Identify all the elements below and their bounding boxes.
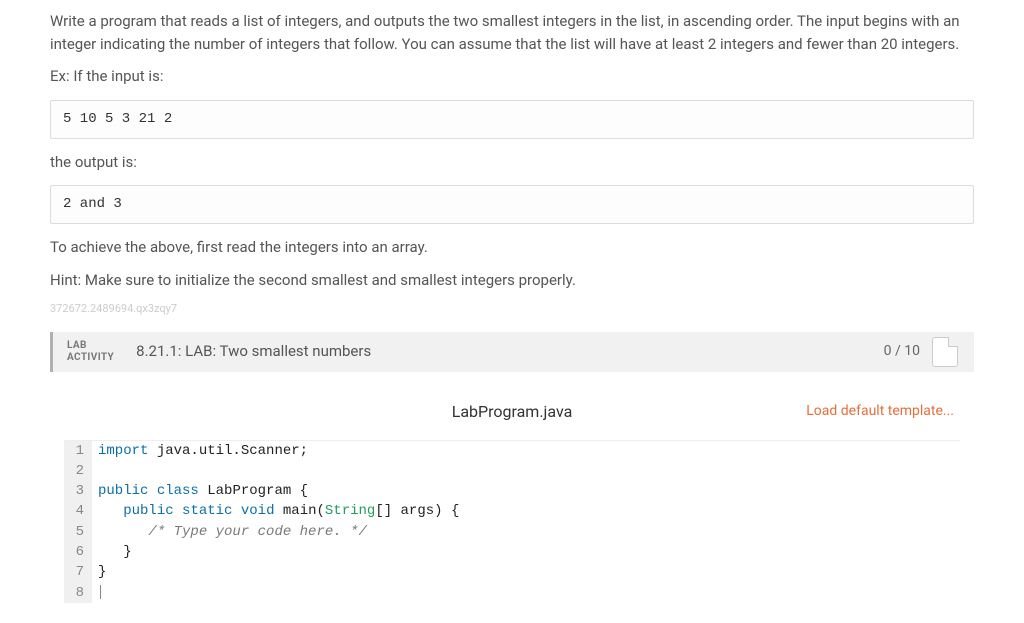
line-number: 6: [64, 542, 92, 562]
line-number: 3: [64, 481, 92, 501]
editor-filename: LabProgram.java: [452, 400, 573, 424]
code-line[interactable]: 1import java.util.Scanner;: [64, 441, 960, 461]
code-content[interactable]: public class LabProgram {: [92, 481, 308, 501]
code-content[interactable]: }: [92, 562, 106, 582]
problem-paragraph-output: the output is:: [50, 151, 974, 174]
code-editor[interactable]: 1import java.util.Scanner;23public class…: [64, 440, 960, 603]
lab-title: 8.21.1: LAB: Two smallest numbers: [128, 340, 379, 363]
editor-panel: LabProgram.java Load default template...…: [50, 390, 974, 603]
lab-score: 0 / 10: [884, 341, 920, 362]
code-line[interactable]: 7}: [64, 562, 960, 582]
code-line[interactable]: 5 /* Type your code here. */: [64, 522, 960, 542]
line-number: 8: [64, 583, 92, 603]
code-content[interactable]: import java.util.Scanner;: [92, 441, 308, 461]
input-example-box: 5 10 5 3 21 2: [50, 100, 974, 139]
code-content[interactable]: /* Type your code here. */: [92, 522, 367, 542]
page-fold-icon: [932, 337, 958, 367]
lab-header-left: LAB ACTIVITY 8.21.1: LAB: Two smallest n…: [53, 332, 379, 372]
lab-header-right: 0 / 10: [884, 337, 974, 367]
watermark-text: 372672.2489694.qx3zqy7: [50, 301, 974, 318]
lab-badge-line2: ACTIVITY: [67, 352, 114, 364]
code-line[interactable]: 6 }: [64, 542, 960, 562]
code-content[interactable]: }: [92, 542, 132, 562]
load-default-template-link[interactable]: Load default template...: [806, 401, 954, 422]
lab-activity-badge: LAB ACTIVITY: [53, 332, 128, 372]
line-number: 7: [64, 562, 92, 582]
lab-activity-header: LAB ACTIVITY 8.21.1: LAB: Two smallest n…: [50, 332, 974, 372]
code-line[interactable]: 8: [64, 583, 960, 603]
line-number: 4: [64, 501, 92, 521]
code-content[interactable]: [92, 583, 101, 603]
problem-paragraph-1: Write a program that reads a list of int…: [50, 10, 974, 55]
code-line[interactable]: 2: [64, 461, 960, 481]
code-line[interactable]: 3public class LabProgram {: [64, 481, 960, 501]
problem-paragraph-hint: Hint: Make sure to initialize the second…: [50, 269, 974, 292]
problem-paragraph-array: To achieve the above, first read the int…: [50, 236, 974, 259]
output-example-box: 2 and 3: [50, 185, 974, 224]
line-number: 1: [64, 441, 92, 461]
input-example-text: 5 10 5 3 21 2: [63, 111, 172, 127]
line-number: 5: [64, 522, 92, 542]
editor-top-bar: LabProgram.java Load default template...: [64, 390, 960, 440]
problem-paragraph-ex: Ex: If the input is:: [50, 65, 974, 88]
code-line[interactable]: 4 public static void main(String[] args)…: [64, 501, 960, 521]
output-example-text: 2 and 3: [63, 196, 122, 212]
code-content[interactable]: [92, 461, 98, 481]
line-number: 2: [64, 461, 92, 481]
lab-badge-line1: LAB: [67, 340, 114, 352]
code-content[interactable]: public static void main(String[] args) {: [92, 501, 459, 521]
